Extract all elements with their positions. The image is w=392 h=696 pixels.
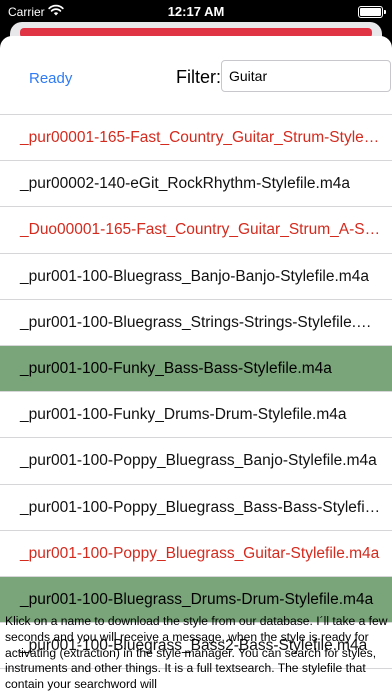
style-row[interactable]: _pur00001-165-Fast_Country_Guitar_Strum-… (0, 115, 392, 162)
battery-icon (358, 6, 386, 18)
style-row[interactable]: _Duo00001-165-Fast_Country_Guitar_Strum_… (0, 207, 392, 254)
info-text: Klick on a name to download the style fr… (5, 614, 388, 692)
style-row[interactable]: _pur001-100-Poppy_Bluegrass_Guitar-Style… (0, 531, 392, 577)
filter-input[interactable] (221, 60, 391, 92)
filter-label: Filter: (176, 67, 221, 87)
style-list[interactable]: _pur00001-165-Fast_Country_Guitar_Strum-… (0, 114, 392, 670)
style-row[interactable]: _pur001-100-Poppy_Bluegrass_Banjo-Stylef… (0, 438, 392, 485)
style-row[interactable]: _pur001-100-Poppy_Bluegrass_Bass-Bass-St… (0, 485, 392, 531)
ready-button[interactable]: Ready (29, 70, 72, 87)
clock: 12:17 AM (167, 4, 225, 19)
style-download-sheet: Ready Filter: _pur00001-165-Fast_Country… (0, 36, 392, 696)
style-row[interactable]: _pur001-100-Bluegrass_Banjo-Banjo-Stylef… (0, 254, 392, 300)
toolbar: Ready Filter: (0, 36, 392, 114)
style-row[interactable]: _pur001-100-Bluegrass_Strings-Strings-St… (0, 300, 392, 346)
style-row[interactable]: _pur00002-140-eGit_RockRhythm-Stylefile.… (0, 161, 392, 208)
style-row[interactable]: _pur001-100-Funky_Drums-Drum-Stylefile.m… (0, 392, 392, 439)
style-row[interactable]: _pur001-100-Funky_Bass-Bass-Stylefile.m4… (0, 345, 392, 393)
